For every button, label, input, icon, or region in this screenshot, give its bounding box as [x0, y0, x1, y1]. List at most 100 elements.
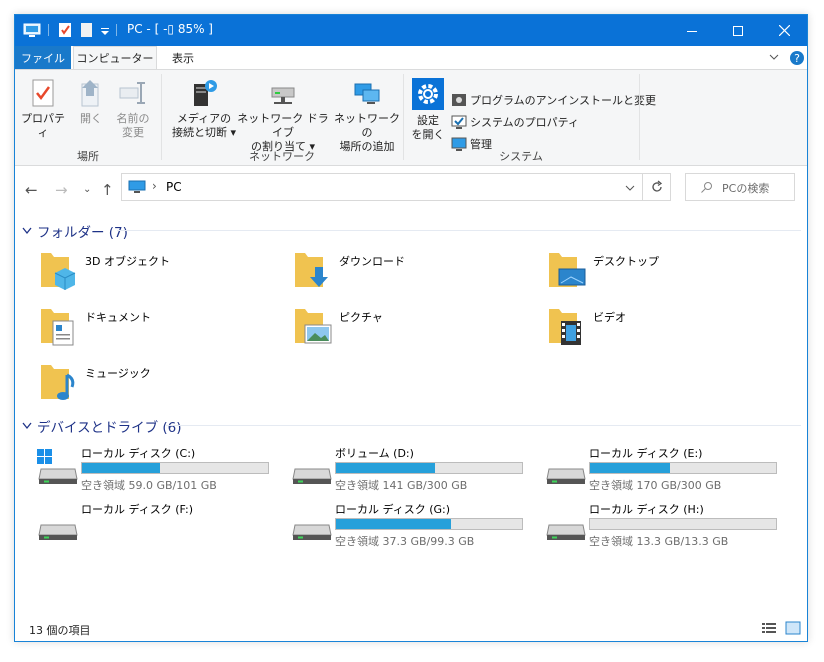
open-settings-button[interactable]: 設定 を開く	[409, 78, 447, 142]
media-server-icon	[194, 80, 217, 106]
folder-label: ダウンロード	[339, 255, 405, 268]
devices-section-title: デバイスとドライブ (6)	[37, 420, 182, 436]
drive-free-space: 空き領域 37.3 GB/99.3 GB	[335, 535, 475, 548]
map-network-drive-button[interactable]: ネットワーク ドライブ の割り当て ▾	[237, 78, 329, 154]
documents-folder-icon	[41, 309, 74, 346]
tab-view[interactable]: 表示	[161, 46, 205, 69]
rename-label-line1: 名前の	[116, 112, 150, 125]
drive-free-space: 空き領域 13.3 GB/13.3 GB	[589, 535, 729, 548]
folders-section-title: フォルダー (7)	[37, 225, 128, 241]
folder-videos[interactable]: ビデオ	[547, 305, 797, 355]
add-network-location-button[interactable]: ネットワークの 場所の追加	[331, 78, 403, 154]
rename-button[interactable]: 名前の 変更	[111, 78, 155, 140]
open-settings-label-line2: を開く	[411, 128, 445, 141]
minimize-button[interactable]	[669, 15, 715, 46]
rename-icon	[119, 82, 145, 104]
3d-objects-folder-icon	[41, 253, 76, 290]
dropdown-arrow-icon: ▾	[226, 126, 237, 139]
search-placeholder: PCの検索	[722, 182, 770, 195]
downloads-folder-icon	[295, 253, 328, 287]
uninstall-program-button[interactable]: プログラムのアンインストールと変更	[451, 90, 656, 110]
drive-usage-fill	[336, 463, 435, 473]
chevron-down-icon[interactable]	[624, 183, 636, 193]
folder-label: ビデオ	[593, 311, 626, 324]
folder-label: ピクチャ	[339, 311, 383, 324]
media-connect-button[interactable]: メディアの 接続と切断 ▾	[167, 78, 241, 140]
drive-name: ローカル ディスク (E:)	[589, 447, 703, 460]
network-location-icon	[354, 83, 380, 104]
folders-section-header[interactable]: フォルダー (7)	[21, 221, 128, 241]
folder-music[interactable]: ミュージック	[39, 361, 289, 411]
refresh-button[interactable]	[643, 173, 671, 201]
tab-file[interactable]: ファイル	[15, 46, 71, 69]
folder-downloads[interactable]: ダウンロード	[293, 249, 543, 299]
drive-item[interactable]: ローカル ディスク (C:) 空き領域 59.0 GB/101 GB	[35, 445, 285, 497]
properties-quick-icon[interactable]	[57, 20, 75, 40]
system-properties-icon	[451, 115, 467, 129]
drive-usage-fill	[82, 463, 161, 473]
drive-item[interactable]: ローカル ディスク (F:)	[35, 501, 285, 553]
arrow-right-icon: →	[55, 181, 68, 199]
open-label: 開く	[80, 112, 102, 125]
back-button[interactable]: ←	[25, 181, 38, 199]
hard-drive-icon	[546, 524, 586, 540]
recent-locations-button[interactable]: ⌄	[83, 184, 91, 195]
breadcrumb-separator-icon: ›	[152, 179, 157, 193]
drive-item[interactable]: ローカル ディスク (E:) 空き領域 170 GB/300 GB	[543, 445, 793, 497]
open-button[interactable]: 開く	[69, 78, 113, 126]
properties-icon	[32, 79, 54, 107]
properties-label: プロパティ	[21, 112, 65, 139]
pc-icon	[128, 180, 146, 193]
new-folder-quick-icon[interactable]	[79, 20, 97, 40]
drive-usage-bar	[81, 462, 269, 474]
forward-button[interactable]: →	[55, 181, 68, 199]
uninstall-program-label: プログラムのアンインストールと変更	[470, 94, 657, 107]
group-label-system: システム	[499, 150, 543, 163]
folder-pictures[interactable]: ピクチャ	[293, 305, 543, 355]
system-properties-button[interactable]: システムのプロパティ	[451, 112, 579, 132]
devices-section-header[interactable]: デバイスとドライブ (6)	[21, 416, 182, 436]
drive-free-space: 空き領域 59.0 GB/101 GB	[81, 479, 217, 492]
title-bar[interactable]: PC - [ -▯ 85% ]	[15, 15, 807, 46]
drive-name: ローカル ディスク (H:)	[589, 503, 704, 516]
address-bar[interactable]: › PC	[121, 173, 643, 201]
group-label-location: 場所	[77, 150, 99, 163]
search-icon	[701, 182, 712, 193]
folder-documents[interactable]: ドキュメント	[39, 305, 289, 355]
maximize-button[interactable]	[715, 15, 761, 46]
search-box[interactable]: PCの検索	[685, 173, 795, 201]
large-icons-view-button[interactable]	[785, 621, 801, 638]
expand-ribbon-button[interactable]	[767, 50, 781, 67]
drive-item[interactable]: ローカル ディスク (G:) 空き領域 37.3 GB/99.3 GB	[289, 501, 539, 553]
rename-label-line2: 変更	[122, 126, 144, 139]
hard-drive-icon	[38, 524, 78, 540]
drive-item[interactable]: ローカル ディスク (H:) 空き領域 13.3 GB/13.3 GB	[543, 501, 793, 553]
drive-free-space: 空き領域 141 GB/300 GB	[335, 479, 468, 492]
maximize-icon	[733, 25, 743, 36]
drive-item[interactable]: ボリューム (D:) 空き領域 141 GB/300 GB	[289, 445, 539, 497]
minimize-icon	[687, 30, 697, 32]
section-divider	[117, 230, 801, 231]
close-button[interactable]	[761, 15, 807, 46]
chevron-down-icon	[769, 54, 779, 60]
chevron-down-icon	[22, 422, 32, 430]
properties-button[interactable]: プロパティ	[21, 78, 65, 140]
desktop-folder-icon	[549, 253, 586, 287]
folder-desktop[interactable]: デスクトップ	[547, 249, 797, 299]
group-label-network: ネットワーク	[249, 150, 315, 163]
ribbon-tab-bar: ファイル コンピューター 表示 ?	[15, 46, 807, 69]
open-settings-label-line1: 設定	[417, 114, 439, 127]
details-view-button[interactable]	[761, 621, 777, 638]
folder-3d-objects[interactable]: 3D オブジェクト	[39, 249, 289, 299]
details-view-icon	[762, 623, 776, 633]
drive-name: ボリューム (D:)	[335, 447, 414, 460]
windows-drive-icon	[37, 449, 78, 484]
help-button[interactable]: ?	[789, 50, 805, 69]
tab-computer[interactable]: コンピューター	[73, 46, 157, 69]
breadcrumb-pc[interactable]: PC	[166, 180, 182, 194]
up-button[interactable]: ↑	[101, 181, 114, 199]
settings-gear-icon	[412, 78, 444, 110]
large-icons-view-icon	[785, 621, 801, 635]
hard-drive-icon	[292, 468, 332, 484]
drive-free-space: 空き領域 170 GB/300 GB	[589, 479, 722, 492]
